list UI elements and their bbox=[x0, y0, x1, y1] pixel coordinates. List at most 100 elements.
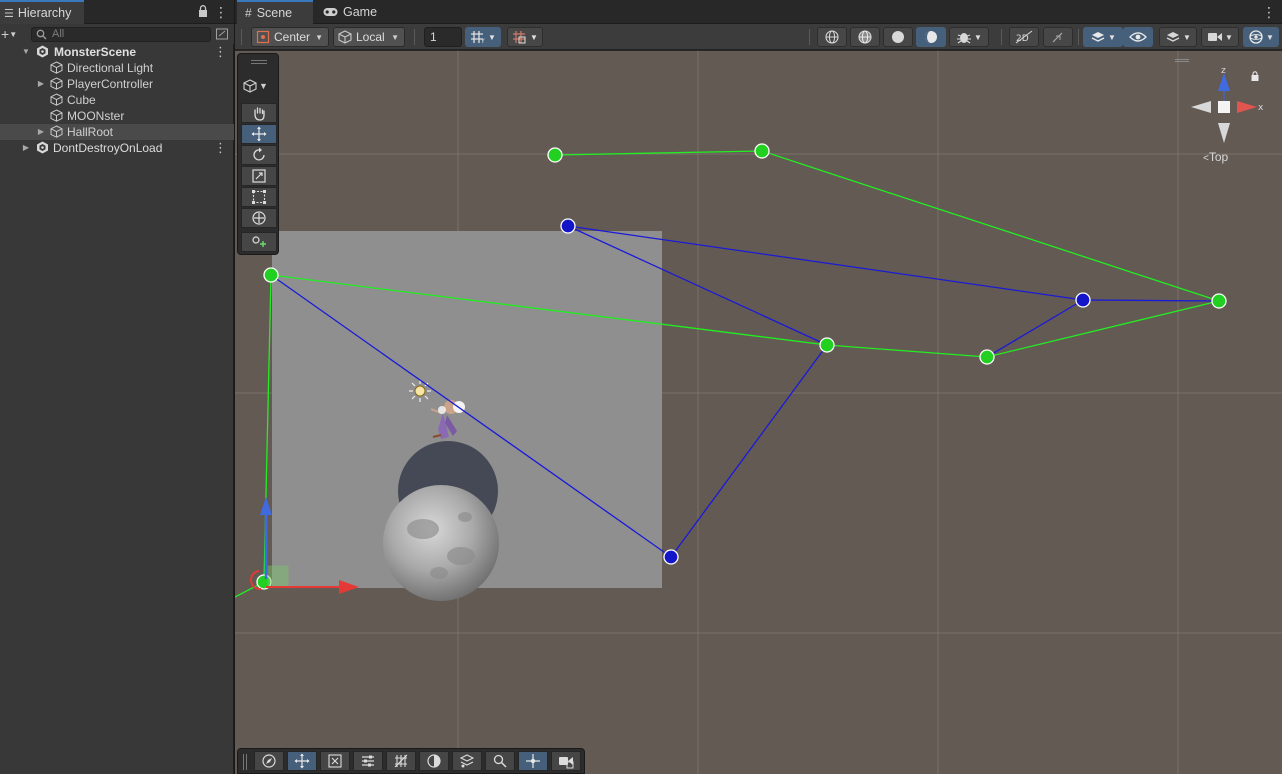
move-snap-button[interactable] bbox=[287, 751, 317, 771]
unity-scene-icon bbox=[37, 45, 48, 58]
debug-draw-mode-button[interactable]: ▼ bbox=[949, 27, 989, 47]
settings-sliders-button[interactable] bbox=[353, 751, 383, 771]
layers-visibility-button[interactable]: ▼ bbox=[1159, 27, 1197, 47]
gizmos-button[interactable]: ▼ bbox=[1243, 27, 1279, 47]
hierarchy-panel: ☰ Hierarchy ⋮ +▼ All ▼ MonsterScene ⋮ Di… bbox=[0, 0, 234, 774]
overlay-grip[interactable] bbox=[251, 60, 267, 64]
lock-icon[interactable] bbox=[1251, 71, 1259, 81]
search-tool-button[interactable] bbox=[485, 751, 515, 771]
expand-arrow-icon[interactable]: ▶ bbox=[21, 140, 31, 156]
cube-outline-icon bbox=[243, 79, 257, 93]
camera-preview-icon bbox=[559, 757, 574, 769]
compass-icon bbox=[262, 754, 276, 768]
search-filter-icon[interactable] bbox=[215, 27, 229, 41]
layers-effects-icon bbox=[1091, 32, 1105, 42]
tab-game[interactable]: Game bbox=[315, 0, 385, 24]
align-tool-button[interactable] bbox=[320, 751, 350, 771]
2d-mode-button[interactable]: 2D bbox=[1009, 27, 1039, 47]
hierarchy-row-cube[interactable]: Cube bbox=[0, 92, 234, 108]
more-options-icon[interactable]: ⋮ bbox=[1262, 3, 1276, 21]
custom-tool-button[interactable] bbox=[241, 232, 277, 252]
hierarchy-item-label: PlayerController bbox=[67, 77, 154, 91]
chevron-down-icon: ▼ bbox=[974, 32, 982, 42]
path-tool-button[interactable] bbox=[518, 751, 548, 771]
rotate-icon bbox=[253, 147, 265, 161]
view-orientation-label[interactable]: <Top bbox=[1203, 150, 1228, 164]
grid-toggle-icon: Y bbox=[471, 31, 485, 44]
expand-arrow-icon[interactable]: ▶ bbox=[36, 124, 46, 140]
lock-icon[interactable] bbox=[198, 5, 208, 17]
tab-scene[interactable]: # Scene bbox=[237, 0, 313, 24]
expand-arrow-icon[interactable]: ▶ bbox=[36, 76, 46, 92]
cube-outline-icon bbox=[50, 125, 63, 138]
grid-snap-value-field[interactable]: 1 bbox=[424, 27, 462, 47]
overlay-grip[interactable] bbox=[243, 754, 247, 770]
probe-tool-button[interactable] bbox=[452, 751, 482, 771]
hierarchy-row-moonster[interactable]: MOONster bbox=[0, 108, 234, 124]
hierarchy-row-playercontroller[interactable]: ▶ PlayerController bbox=[0, 76, 234, 92]
cube-outline-icon bbox=[50, 109, 63, 122]
wireframe-shading-button[interactable] bbox=[817, 27, 847, 47]
hierarchy-item-label: MonsterScene bbox=[54, 45, 137, 59]
more-options-icon[interactable]: ⋮ bbox=[214, 44, 227, 60]
hand-tool-button[interactable] bbox=[241, 103, 277, 123]
local-space-icon bbox=[338, 30, 352, 44]
hierarchy-row-dontdestroyonload[interactable]: ▶ DontDestroyOnLoad ⋮ bbox=[0, 140, 234, 156]
hierarchy-row-monsterscene[interactable]: ▼ MonsterScene ⋮ bbox=[0, 44, 234, 60]
transform-tool-button[interactable] bbox=[241, 208, 277, 228]
unlit-shading-button[interactable] bbox=[916, 27, 946, 47]
grid-visibility-button[interactable]: Y ▼ bbox=[465, 27, 501, 47]
expand-arrow-icon[interactable]: ▼ bbox=[21, 44, 31, 60]
scene-canvas[interactable] bbox=[235, 51, 1282, 774]
orientation-text: Top bbox=[1208, 150, 1229, 164]
rotate-tool-button[interactable] bbox=[241, 145, 277, 165]
camera-preview-button[interactable] bbox=[551, 751, 581, 771]
scene-visibility-button[interactable] bbox=[1123, 27, 1153, 47]
cube-outline-icon bbox=[50, 61, 63, 74]
shaded-wireframe-button[interactable] bbox=[850, 27, 880, 47]
grid-snapping-button[interactable]: ▼ bbox=[507, 27, 543, 47]
rect-tool-button[interactable] bbox=[241, 187, 277, 207]
more-options-icon[interactable]: ⋮ bbox=[214, 3, 228, 21]
scene-viewport[interactable]: ▼ z x <Top bbox=[235, 51, 1282, 774]
hierarchy-row-hallroot[interactable]: ▶ HallRoot bbox=[0, 124, 234, 140]
hierarchy-item-label: Directional Light bbox=[67, 61, 154, 75]
gizmo-globe-icon bbox=[1249, 30, 1263, 44]
sliders-icon bbox=[362, 755, 374, 767]
more-options-icon[interactable]: ⋮ bbox=[214, 140, 227, 156]
grid-tool-button[interactable] bbox=[386, 751, 416, 771]
green-waypoint bbox=[1211, 293, 1227, 309]
align-icon bbox=[328, 754, 342, 768]
hierarchy-tab[interactable]: ☰ Hierarchy bbox=[0, 0, 84, 24]
add-object-button[interactable]: +▼ bbox=[1, 26, 23, 42]
probe-icon bbox=[459, 754, 475, 768]
plus-icon: + bbox=[1, 26, 10, 42]
bug-icon bbox=[957, 33, 972, 44]
directional-light-gizmo bbox=[409, 380, 431, 402]
effects-toggle-button[interactable]: ▼ bbox=[1083, 27, 1123, 47]
eye-icon bbox=[1129, 32, 1147, 42]
move-arrows-icon bbox=[251, 126, 267, 142]
pivot-mode-dropdown[interactable]: Center ▼ bbox=[251, 27, 329, 47]
chevron-down-icon: ▼ bbox=[488, 32, 496, 42]
hierarchy-search-input[interactable]: All bbox=[31, 27, 211, 42]
green-waypoint bbox=[819, 337, 835, 353]
moonster-object bbox=[383, 485, 499, 601]
gamepad-icon bbox=[323, 8, 338, 16]
shaded-button[interactable] bbox=[883, 27, 913, 47]
hierarchy-row-directional-light[interactable]: Directional Light bbox=[0, 60, 234, 76]
chevron-down-icon: ▼ bbox=[530, 32, 538, 42]
audio-toggle-button[interactable] bbox=[1043, 27, 1073, 47]
camera-settings-button[interactable]: ▼ bbox=[1201, 27, 1239, 47]
move-tool-button[interactable] bbox=[241, 124, 277, 144]
pivot-rotation-dropdown[interactable]: Local ▼ bbox=[333, 27, 405, 47]
scene-panel: # Scene Game ⋮ Center ▼ Local ▼ 1 Y ▼ ▼ … bbox=[235, 0, 1282, 774]
unity-scene-icon bbox=[37, 141, 48, 154]
toolbar-grip bbox=[241, 29, 242, 45]
navigate-tool-button[interactable] bbox=[254, 751, 284, 771]
blue-waypoint bbox=[560, 218, 576, 234]
pivot-mode-label: Center bbox=[274, 30, 311, 44]
lighting-tool-button[interactable] bbox=[419, 751, 449, 771]
scale-tool-button[interactable] bbox=[241, 166, 277, 186]
tool-context-dropdown[interactable]: ▼ bbox=[243, 76, 275, 96]
